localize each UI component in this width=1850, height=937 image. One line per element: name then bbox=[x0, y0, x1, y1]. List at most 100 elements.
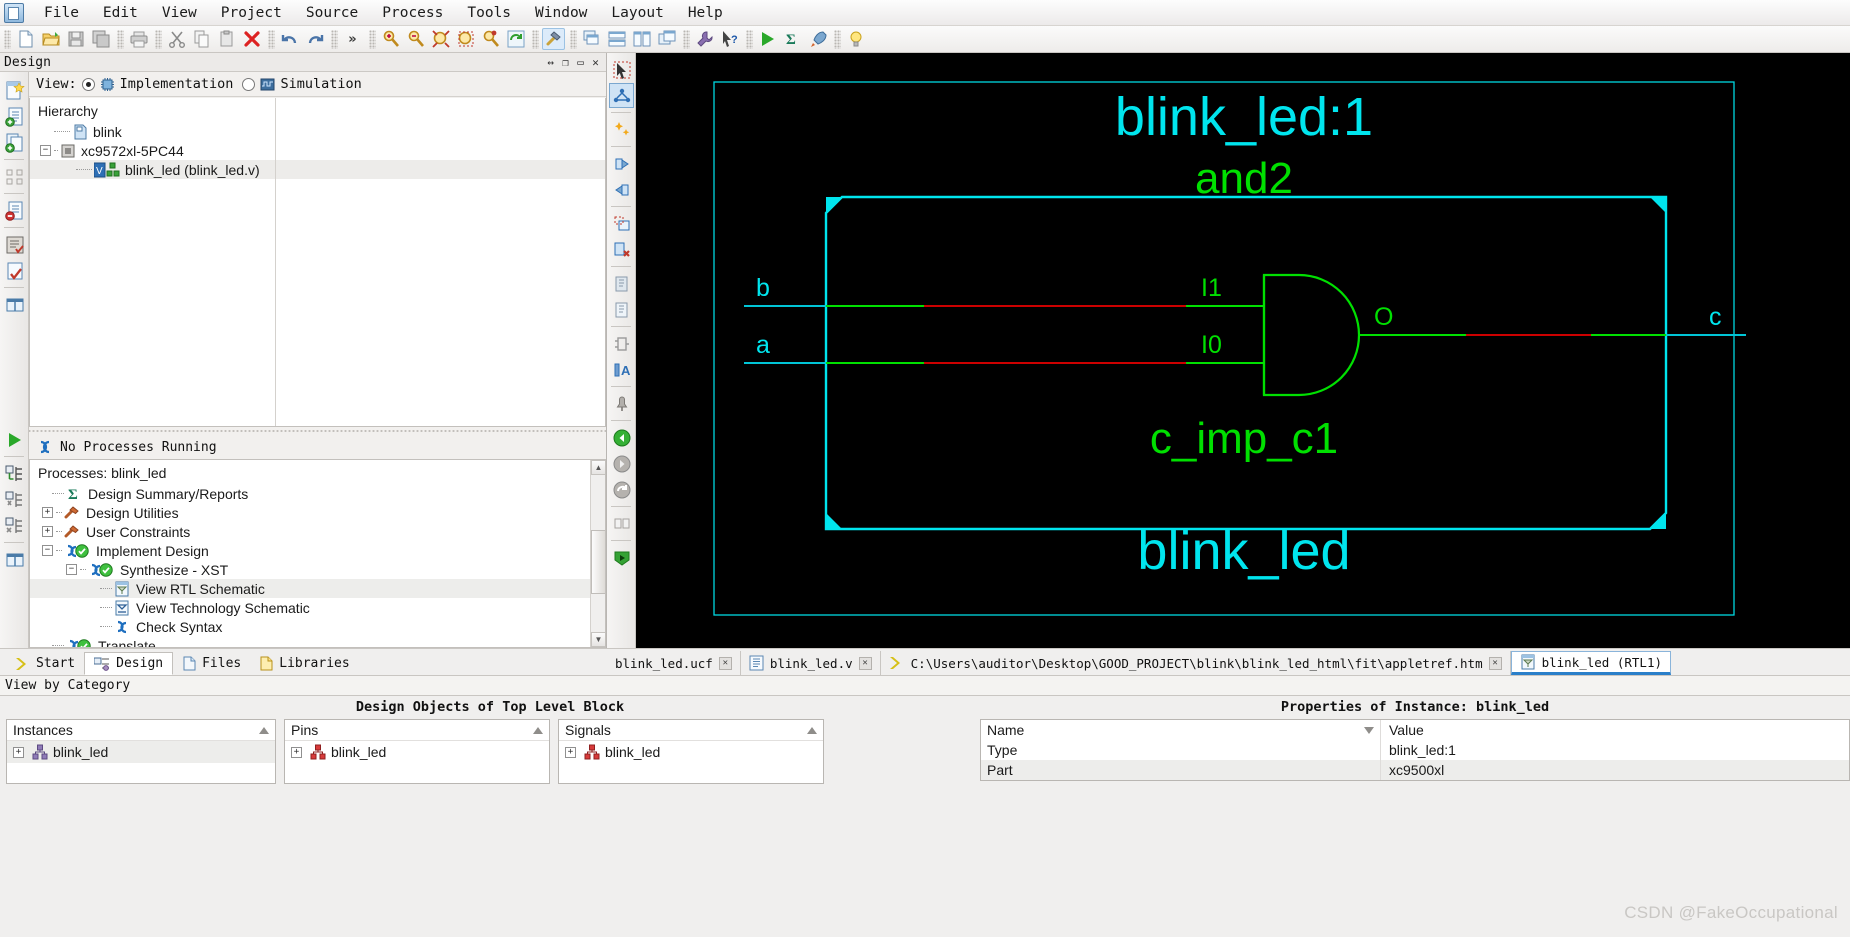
copy-button[interactable] bbox=[190, 28, 213, 50]
tree-expander[interactable]: − bbox=[40, 145, 51, 156]
tile-vertically-button[interactable] bbox=[630, 28, 653, 50]
new-file-button[interactable] bbox=[14, 28, 37, 50]
reload-button[interactable] bbox=[609, 477, 634, 502]
sort-ascending-icon[interactable] bbox=[533, 726, 543, 734]
cascade-windows-button[interactable] bbox=[580, 28, 603, 50]
list-pins[interactable]: Pins + blink_led bbox=[284, 719, 550, 784]
list-item[interactable]: + blink_led bbox=[559, 741, 823, 763]
save-all-button[interactable] bbox=[89, 28, 112, 50]
menu-source[interactable]: Source bbox=[294, 2, 370, 24]
list-instances[interactable]: Instances + blink_led bbox=[6, 719, 276, 784]
process-item-user-constraints[interactable]: + User Constraints bbox=[30, 522, 605, 541]
file-tab-0[interactable]: blink_led.ucf ✕ bbox=[607, 651, 741, 675]
zoom-to-selection-button[interactable] bbox=[609, 545, 634, 570]
process-item-synthesize-xst[interactable]: − Synthesize - XST bbox=[30, 560, 605, 579]
toolbar-grip[interactable] bbox=[683, 29, 690, 49]
process-item-check-syntax[interactable]: Check Syntax bbox=[30, 617, 605, 636]
process-item-view-rtl-schematic[interactable]: View RTL Schematic bbox=[30, 579, 605, 598]
process-item-design-utilities[interactable]: + Design Utilities bbox=[30, 503, 605, 522]
toolbar-grip[interactable] bbox=[834, 29, 841, 49]
context-help-button[interactable]: ? bbox=[718, 28, 741, 50]
print-button[interactable] bbox=[127, 28, 150, 50]
list-header[interactable]: Signals bbox=[559, 720, 823, 741]
scroll-down-button[interactable]: ▼ bbox=[591, 632, 605, 647]
run-process-button[interactable] bbox=[2, 427, 27, 452]
sort-ascending-icon[interactable] bbox=[807, 726, 817, 734]
pin-button[interactable] bbox=[609, 391, 634, 416]
simulation-radio[interactable] bbox=[242, 77, 256, 91]
list-item[interactable]: + blink_led bbox=[7, 741, 275, 763]
list-header[interactable]: Instances bbox=[7, 720, 275, 741]
menu-layout[interactable]: Layout bbox=[599, 2, 675, 24]
toolbar-grip[interactable] bbox=[369, 29, 376, 49]
properties-col-value-header[interactable]: Value bbox=[1381, 722, 1424, 738]
list-signals[interactable]: Signals + blink_led bbox=[558, 719, 824, 784]
menu-window[interactable]: Window bbox=[523, 2, 599, 24]
simulation-label[interactable]: Simulation bbox=[280, 76, 361, 92]
menu-project[interactable]: Project bbox=[209, 2, 294, 24]
tree-expander[interactable]: + bbox=[13, 746, 24, 758]
previous-page-button[interactable] bbox=[609, 271, 634, 296]
panel-splitter[interactable] bbox=[29, 427, 606, 435]
menu-help[interactable]: Help bbox=[676, 2, 735, 24]
panel-close-button[interactable]: ✕ bbox=[589, 56, 602, 69]
rerun-all-button[interactable] bbox=[2, 487, 27, 512]
tree-expander[interactable]: + bbox=[291, 746, 302, 758]
rtl-schematic-canvas[interactable]: blink_led:1 and2 c_imp_c1 blink_led b a … bbox=[636, 53, 1850, 648]
next-page-button[interactable] bbox=[609, 297, 634, 322]
delete-button[interactable] bbox=[240, 28, 263, 50]
scrollbar-thumb[interactable] bbox=[591, 530, 605, 594]
implementation-radio[interactable] bbox=[81, 77, 95, 91]
toolbar-grip[interactable] bbox=[570, 29, 577, 49]
properties-col-name-header[interactable]: Name bbox=[981, 720, 1381, 740]
manage-configuration-button[interactable] bbox=[2, 164, 27, 189]
hierarchy-item-xc9572xl5pc44[interactable]: − xc9572xl-5PC44 bbox=[30, 141, 605, 160]
menu-view[interactable]: View bbox=[150, 2, 209, 24]
check-design-button[interactable] bbox=[2, 258, 27, 283]
implementation-label[interactable]: Implementation bbox=[120, 76, 234, 92]
list-header[interactable]: Pins bbox=[285, 720, 549, 741]
highlight-tool-button[interactable] bbox=[609, 117, 634, 142]
toolbar-grip[interactable] bbox=[117, 29, 124, 49]
panel-restore-button[interactable]: ❐ bbox=[559, 56, 572, 69]
zoom-fit-button[interactable] bbox=[429, 28, 452, 50]
pan-tool-button[interactable] bbox=[609, 83, 634, 108]
refresh-button[interactable] bbox=[504, 28, 527, 50]
tree-expander[interactable]: − bbox=[66, 564, 77, 575]
panel-tab-files[interactable]: Files bbox=[173, 652, 250, 675]
add-to-schematic-button[interactable] bbox=[609, 211, 634, 236]
save-button[interactable] bbox=[64, 28, 87, 50]
stop-process-button[interactable] bbox=[2, 513, 27, 538]
toolbar-grip[interactable] bbox=[4, 29, 11, 49]
zoom-area-button[interactable] bbox=[454, 28, 477, 50]
menu-file[interactable]: File bbox=[32, 2, 91, 24]
list-item[interactable]: + blink_led bbox=[285, 741, 549, 763]
property-row[interactable]: Part xc9500xl bbox=[981, 760, 1849, 780]
tree-expander[interactable]: + bbox=[42, 526, 53, 537]
processes-scrollbar[interactable]: ▲ ▼ bbox=[590, 460, 605, 647]
toolbar-grip[interactable] bbox=[746, 29, 753, 49]
process-item-design-summary-reports[interactable]: Σ Design Summary/Reports bbox=[30, 484, 605, 503]
push-into-symbol-button[interactable] bbox=[609, 151, 634, 176]
panel-tab-start[interactable]: Start bbox=[6, 652, 84, 675]
menu-process[interactable]: Process bbox=[370, 2, 455, 24]
process-item-implement-design[interactable]: − Implement Design bbox=[30, 541, 605, 560]
find-button[interactable] bbox=[479, 28, 502, 50]
file-tab-close-icon[interactable]: ✕ bbox=[1488, 656, 1502, 670]
hierarchy-item-blink_led[interactable]: Vblink_led (blink_led.v) bbox=[30, 160, 605, 179]
back-button[interactable] bbox=[609, 425, 634, 450]
file-tab-1[interactable]: blink_led.v ✕ bbox=[741, 651, 881, 675]
file-tab-close-icon[interactable]: ✕ bbox=[718, 656, 732, 670]
menu-edit[interactable]: Edit bbox=[91, 2, 150, 24]
panel-tab-design[interactable]: Design bbox=[84, 652, 174, 675]
toolbar-grip[interactable] bbox=[532, 29, 539, 49]
toolbar-overflow-button[interactable]: » bbox=[341, 28, 364, 50]
add-source-button[interactable] bbox=[2, 104, 27, 129]
process-item-view-technology-schematic[interactable]: View Technology Schematic bbox=[30, 598, 605, 617]
tree-expander[interactable]: + bbox=[42, 507, 53, 518]
hierarchy-item-blink[interactable]: blink bbox=[30, 122, 605, 141]
cut-button[interactable] bbox=[165, 28, 188, 50]
menu-tools[interactable]: Tools bbox=[455, 2, 523, 24]
panel-undock-button[interactable]: ↔ bbox=[544, 56, 557, 69]
sort-descending-icon[interactable] bbox=[1364, 726, 1374, 734]
